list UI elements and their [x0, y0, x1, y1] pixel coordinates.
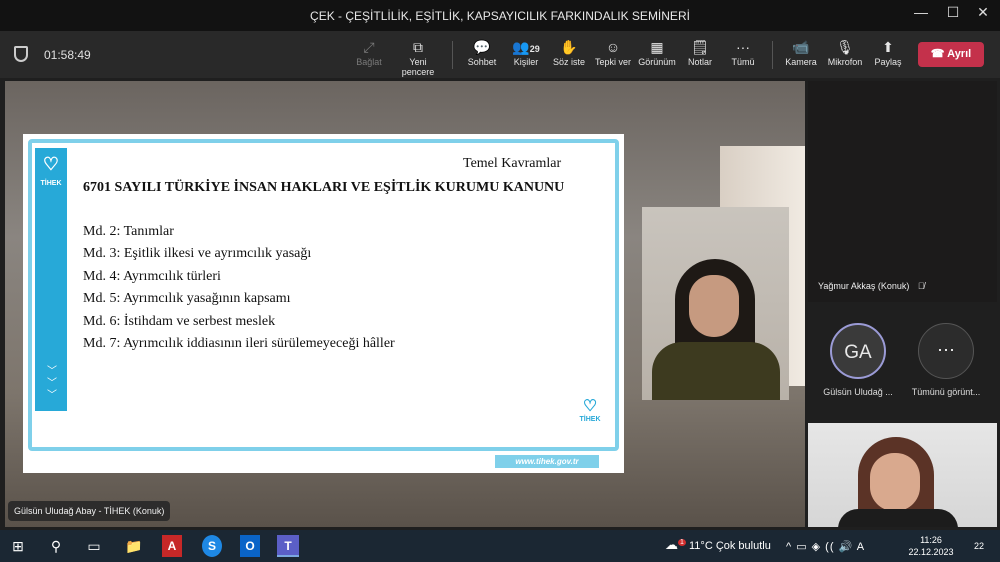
people-count: 29	[529, 44, 540, 54]
presenter-video	[642, 207, 789, 400]
system-tray-icons[interactable]: ^ ▭ ◈ (( 🔊 A	[786, 540, 865, 553]
list-item: Md. 6: İstihdam ve serbest meslek	[83, 313, 276, 329]
list-item: Md. 7: Ayrımcılık iddiasının ileri sürül…	[83, 335, 395, 351]
view-all-label: Tümünü görünt...	[911, 387, 981, 397]
slide-title: 6701 SAYILI TÜRKİYE İNSAN HAKLARI VE EŞİ…	[83, 180, 565, 195]
react-button[interactable]: ☺ Tepki ver	[593, 37, 633, 75]
view-all-button[interactable]: ···	[918, 323, 974, 379]
heart-icon: ♡	[42, 154, 60, 174]
toolbar-divider	[772, 41, 773, 69]
hang-up-icon: ☎	[930, 48, 945, 60]
acrobat-icon[interactable]: A	[162, 535, 182, 557]
view-button[interactable]: ▦ Görünüm	[637, 37, 677, 75]
share-icon: ⬆	[882, 39, 894, 55]
microphone-off-icon: 🎙	[836, 39, 854, 55]
camera-icon: 📹	[792, 39, 810, 55]
window-title: ÇEK - ÇEŞİTLİLİK, EŞİTLİK, KAPSAYICILIK …	[310, 9, 690, 23]
shield-icon	[14, 46, 28, 62]
tihek-mini-logo: ♡ TİHEK	[575, 396, 605, 423]
cloud-icon[interactable]: ☁ 1	[665, 537, 686, 553]
task-view-icon[interactable]: ▭	[82, 535, 106, 557]
leave-button[interactable]: ☎ Ayrıl	[918, 42, 984, 67]
slide-url: www.tihek.gov.tr	[495, 455, 599, 468]
presenter-name-label: Gülsün Uludağ Abay - TİHEK (Konuk)	[8, 501, 171, 521]
meeting-timer: 01:58:49	[44, 48, 91, 62]
notes-button[interactable]: 🗒 Notlar	[682, 37, 718, 75]
maximize-button[interactable]: ☐	[938, 4, 968, 26]
title-bar: ÇEK - ÇEŞİTLİLİK, EŞİTLİK, KAPSAYICILIK …	[0, 0, 1000, 31]
skype-icon[interactable]: S	[202, 535, 222, 557]
avatar[interactable]: GA	[830, 323, 886, 379]
new-window-icon: ⧉	[413, 39, 423, 55]
people-button[interactable]: 👥29 Kişiler	[507, 37, 545, 75]
tihek-logo: ♡ TİHEK	[35, 148, 67, 202]
list-item: Md. 5: Ayrımcılık yasağının kapsamı	[83, 291, 291, 307]
chat-icon: 💬	[473, 39, 491, 55]
slide-list: Md. 2: Tanımlar Md. 3: Eşitlik ilkesi ve…	[83, 224, 395, 358]
mic-muted-icon: 🎙̸	[917, 281, 925, 291]
main-stage: ♡ TİHEK ﹀ ﹀ ﹀ Temel Kavramlar 6701 SAYILI …	[5, 81, 805, 527]
more-icon: ···	[736, 39, 750, 55]
search-icon[interactable]: ⚲	[44, 535, 68, 557]
list-item: Md. 3: Eşitlik ilkesi ve ayrımcılık yasa…	[83, 246, 312, 262]
microphone-button[interactable]: 🎙 Mikrofon	[826, 37, 864, 75]
list-item: Md. 2: Tanımlar	[83, 224, 174, 239]
heart-icon: ♡	[582, 398, 598, 415]
weather-text[interactable]: 11°C Çok bulutlu	[689, 540, 771, 552]
pop-out-icon: ⤢	[363, 39, 375, 55]
close-button[interactable]: ✕	[968, 4, 998, 26]
outlook-icon[interactable]: O	[240, 535, 260, 557]
list-item: Md. 4: Ayrımcılık türleri	[83, 268, 221, 284]
windows-start-icon[interactable]: ⊞	[6, 535, 30, 557]
chat-button[interactable]: 💬 Sohbet	[463, 37, 501, 75]
more-button[interactable]: ··· Tümü	[724, 37, 762, 75]
avatar-name: Gülsün Uludağ ...	[823, 387, 893, 397]
chevron-down-icon: ﹀ ﹀ ﹀	[47, 366, 57, 401]
self-video-tile	[808, 423, 997, 527]
participant-name: Yağmur Akkaş (Konuk) 🎙̸	[818, 281, 925, 291]
meeting-toolbar: 01:58:49 ⤢ Bağlat ⧉ Yeni pencere 💬 Sohbe…	[0, 31, 1000, 78]
pop-out-button[interactable]: ⤢ Bağlat	[352, 37, 386, 75]
camera-button[interactable]: 📹 Kamera	[783, 37, 819, 75]
new-window-button[interactable]: ⧉ Yeni pencere	[392, 37, 444, 77]
notification-icon[interactable]: 22	[968, 537, 990, 555]
raise-hand-icon: ✋	[560, 39, 578, 55]
weather-badge: 1	[678, 538, 686, 546]
minimize-button[interactable]: —	[906, 4, 936, 26]
raise-hand-button[interactable]: ✋ Söz iste	[550, 37, 588, 75]
clock[interactable]: 11:26 22.12.2023	[905, 534, 957, 558]
notes-icon: 🗒	[691, 39, 709, 55]
file-explorer-icon[interactable]: 📁	[122, 535, 146, 557]
taskbar: ⊞ ⚲ ▭ 📁 A S O T ☁ 1 11°C Çok bulutlu ^ ▭ …	[0, 530, 1000, 562]
toolbar-divider	[452, 41, 453, 69]
smile-icon: ☺	[605, 39, 621, 55]
layout-icon: ▦	[650, 39, 664, 55]
participant-tile[interactable]: Yağmur Akkaş (Konuk) 🎙̸	[808, 81, 997, 302]
shared-slide: ♡ TİHEK ﹀ ﹀ ﹀ Temel Kavramlar 6701 SAYILI …	[23, 134, 624, 473]
share-button[interactable]: ⬆ Paylaş	[870, 37, 906, 75]
teams-icon[interactable]: T	[277, 535, 299, 557]
people-icon: 👥29	[512, 39, 540, 55]
slide-topic: Temel Kavramlar	[463, 156, 562, 171]
